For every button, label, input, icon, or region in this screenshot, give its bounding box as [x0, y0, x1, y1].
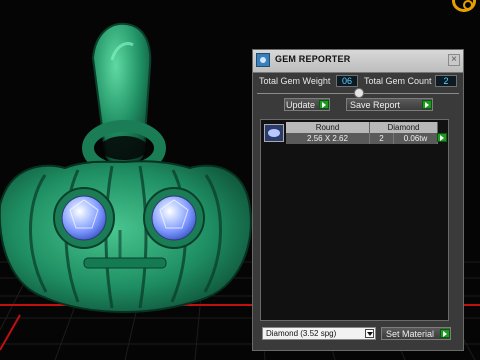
total-gem-count-field[interactable]: 2: [435, 75, 457, 87]
gem-weight: 0.06tw: [394, 133, 438, 144]
play-icon: [422, 100, 432, 109]
gem-reporter-window[interactable]: GEM REPORTER × Total Gem Weight 06 Total…: [252, 49, 464, 351]
material-dropdown[interactable]: Diamond (3.52 spg): [262, 327, 376, 340]
close-button[interactable]: ×: [448, 54, 460, 66]
close-icon: ×: [451, 54, 457, 65]
set-material-button[interactable]: Set Material: [381, 327, 451, 340]
update-button[interactable]: Update: [284, 98, 330, 111]
left-eye-gem: [53, 187, 115, 249]
chevron-down-icon[interactable]: [365, 329, 374, 338]
mouth: [83, 257, 167, 269]
gem-count: 2: [370, 133, 394, 144]
gem-reporter-icon: [256, 53, 270, 67]
play-icon: [440, 329, 450, 338]
pumpkin-body: [0, 160, 252, 314]
window-titlebar[interactable]: GEM REPORTER ×: [253, 50, 463, 73]
play-icon: [319, 100, 329, 109]
play-icon[interactable]: [437, 133, 447, 142]
gem-dimensions: 2.56 X 2.62: [286, 133, 370, 144]
round-gem-icon: [264, 124, 284, 142]
window-title: GEM REPORTER: [275, 54, 351, 64]
total-gem-weight-field[interactable]: 06: [336, 75, 358, 87]
header-diamond: Diamond: [370, 122, 438, 133]
corner-rotate-gizmo-small[interactable]: [463, 0, 473, 10]
total-gem-weight-label: Total Gem Weight: [259, 76, 331, 86]
header-round: Round: [286, 122, 370, 133]
gem-list[interactable]: Round Diamond 2.56 X 2.62 2 0.06tw: [260, 119, 449, 321]
material-dropdown-value: Diamond (3.52 spg): [266, 329, 337, 338]
right-eye-gem: [143, 187, 205, 249]
splitter-handle[interactable]: [354, 88, 364, 98]
save-report-button[interactable]: Save Report: [346, 98, 433, 111]
total-gem-count-label: Total Gem Count: [364, 76, 432, 86]
